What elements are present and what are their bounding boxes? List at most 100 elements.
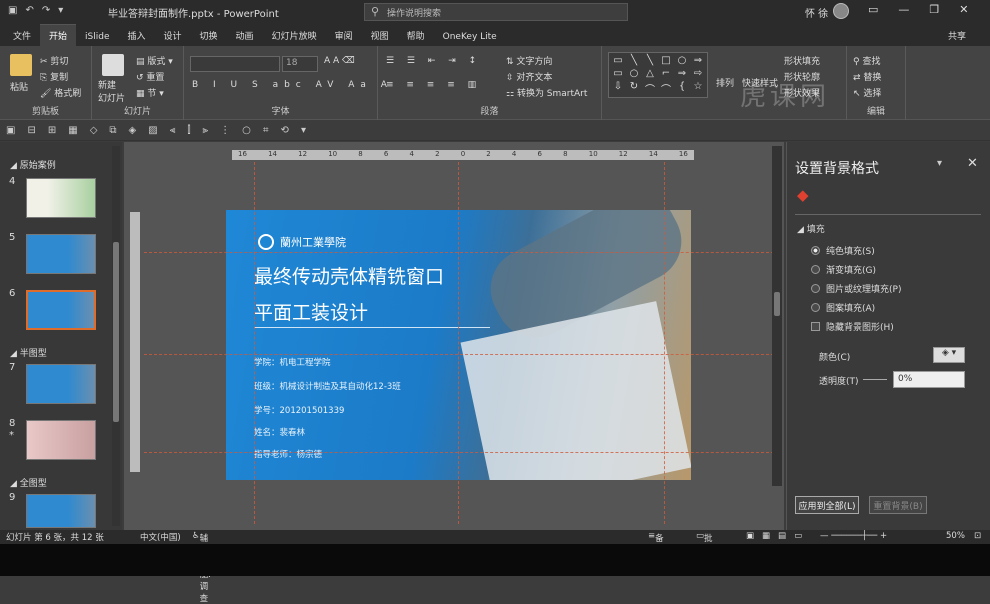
slide-thumbnail[interactable] (26, 178, 96, 218)
transparency-slider[interactable] (863, 379, 887, 380)
scrollbar-thumb[interactable] (113, 242, 119, 422)
align-left-icon[interactable]: ⫷ (170, 125, 176, 136)
fit-slide-icon[interactable]: ⊡ (974, 531, 981, 541)
checkbox[interactable] (811, 322, 820, 331)
slide-thumbnail[interactable] (26, 234, 96, 274)
radio[interactable] (811, 265, 820, 274)
cut-button[interactable]: ✂ 剪切 (40, 54, 68, 67)
guide-line[interactable] (144, 452, 774, 453)
align-buttons[interactable]: ≡ ≡ ≡ ≡ ▥ (386, 80, 481, 90)
tab-islide[interactable]: iSlide (76, 28, 118, 46)
new-slide-icon[interactable] (102, 54, 124, 76)
apply-all-button[interactable]: 应用到全部(L) (795, 496, 859, 514)
format-painter-button[interactable]: 🖌 格式刷 (40, 86, 81, 99)
gradient-fill-option[interactable]: 渐变填充(G) (811, 263, 876, 276)
slide-title-line1[interactable]: 最终传动壳体精铣窗口 (254, 262, 444, 289)
copy-button[interactable]: ⎘ 复制 (40, 70, 68, 83)
guide-line[interactable] (254, 162, 255, 524)
align-right-icon[interactable]: ⫸ (203, 125, 209, 136)
picture-fill-option[interactable]: 图片或纹理填充(P) (811, 282, 901, 295)
view-buttons[interactable]: ▣▦▤▭ (746, 531, 810, 541)
slide-thumbnail[interactable] (26, 420, 96, 460)
canvas-scrollbar[interactable] (772, 146, 782, 486)
minimize-icon[interactable]: — (898, 3, 909, 16)
find-button[interactable]: ⚲ 查找 (853, 54, 880, 67)
tab-file[interactable]: 文件 (4, 25, 40, 46)
fill-bucket-icon[interactable]: ◆ (797, 186, 809, 204)
smartart-button[interactable]: ⚏ 转换为 SmartArt (506, 86, 587, 99)
avatar[interactable] (833, 3, 849, 19)
distribute-icon[interactable]: ⋮ (220, 125, 230, 136)
font-size-adjust[interactable]: A A ⌫ (324, 56, 355, 66)
radio[interactable] (811, 284, 820, 293)
guide-line[interactable] (664, 162, 665, 524)
tab-view[interactable]: 视图 (362, 25, 398, 46)
rotate-icon[interactable]: ⟲ (281, 125, 289, 136)
tab-onekey[interactable]: OneKey Lite (434, 28, 506, 46)
zoom-slider[interactable]: — ──────┼── + (820, 531, 887, 541)
save-icon[interactable]: ▣ (8, 5, 17, 16)
info-class[interactable]: 班级：机械设计制造及其自动化12-3班 (254, 380, 401, 392)
tab-transitions[interactable]: 切换 (191, 25, 227, 46)
tab-review[interactable]: 审阅 (326, 25, 362, 46)
circle-icon[interactable]: ○ (242, 125, 251, 136)
customize-icon[interactable]: ▾ (58, 5, 63, 16)
search-input[interactable]: ⚲ 操作说明搜索 (364, 3, 628, 21)
align-center-icon[interactable]: ⫿ (187, 125, 190, 136)
tab-insert[interactable]: 插入 (119, 25, 155, 46)
shape-fill-button[interactable]: 形状填充 (784, 54, 820, 67)
tab-design[interactable]: 设计 (155, 25, 191, 46)
guide-line[interactable] (144, 252, 774, 253)
section-header[interactable]: ◢ 全图型 (10, 476, 47, 489)
pane-options-icon[interactable]: ▾ (937, 158, 942, 169)
text-direction-button[interactable]: ⇅ 文字方向 (506, 54, 552, 67)
reset-button[interactable]: ↺ 重置 (136, 70, 164, 83)
crop-icon[interactable]: ⌗ (263, 125, 269, 136)
slide-title-line2[interactable]: 平面工装设计 (254, 298, 368, 325)
thumbnail-scrollbar[interactable] (112, 146, 120, 526)
notes-button[interactable]: ≡ 备注 (648, 531, 664, 556)
group-icon[interactable]: ⧉ (109, 125, 116, 136)
restore-icon[interactable]: ❐ (929, 3, 939, 16)
tab-home[interactable]: 开始 (40, 24, 77, 46)
merge-icon[interactable]: ◈ (129, 125, 137, 136)
radio[interactable] (811, 303, 820, 312)
radio-selected[interactable] (811, 246, 820, 255)
slide-thumbnail[interactable] (26, 364, 96, 404)
solid-fill-option[interactable]: 纯色填充(S) (811, 244, 875, 257)
section-header[interactable]: ◢ 原始案例 (10, 158, 56, 171)
list-buttons[interactable]: ☰ ☰ ⇤ ⇥ ↕ (386, 56, 481, 66)
scrollbar-thumb[interactable] (774, 292, 780, 316)
redo-icon[interactable]: ↷ (42, 5, 50, 16)
guide-line[interactable] (144, 354, 774, 355)
info-college[interactable]: 学院：机电工程学院 (254, 356, 331, 368)
arrange-button[interactable]: 排列 (716, 76, 734, 89)
color-picker-button[interactable]: ◈ ▾ (933, 347, 965, 363)
reset-background-button[interactable]: 重置背景(B) (869, 496, 927, 514)
close-icon[interactable]: ✕ (967, 156, 978, 171)
section-button[interactable]: ▦ 节 ▾ (136, 86, 164, 99)
paste-button[interactable]: 粘贴 (10, 80, 28, 93)
ribbon-display-icon[interactable]: ▭ (868, 3, 878, 16)
font-name-field[interactable] (190, 56, 280, 72)
user-name[interactable]: 怀 徐 (805, 5, 828, 20)
comments-button[interactable]: ▭ 批注 (696, 531, 713, 556)
slide-thumbnail-selected[interactable] (26, 290, 96, 330)
align-text-button[interactable]: ⇳ 对齐文本 (506, 70, 552, 83)
shape-icon[interactable]: ◇ (90, 125, 98, 136)
transparency-input[interactable]: 0% (893, 371, 965, 388)
info-advisor[interactable]: 指导老师：杨宗德 (254, 448, 322, 460)
slide-thumbnail[interactable] (26, 494, 96, 528)
select-button[interactable]: ↖ 选择 (853, 86, 881, 99)
tab-animations[interactable]: 动画 (227, 25, 263, 46)
language-status[interactable]: 中文(中国) (140, 531, 181, 543)
undo-icon[interactable]: ↶ (25, 5, 33, 16)
accessibility-status[interactable]: ♿ 辅助功能: 调查 (192, 531, 211, 604)
font-format-buttons[interactable]: B I U S abc AV Aa A (192, 80, 393, 90)
more-icon[interactable]: ▾ (301, 125, 306, 136)
info-name[interactable]: 姓名：裴春林 (254, 426, 305, 438)
info-student-id[interactable]: 学号：201201501339 (254, 404, 344, 416)
grid-icon[interactable]: ⊞ (48, 125, 56, 136)
image-icon[interactable]: ▨ (148, 125, 157, 136)
shapes-gallery[interactable]: ▭ ╲ ╲ □ ○ ⇒ ▭ ○ △ ⌐ ⇒ ⇨ ⇩ ↻ ⌒ ⌒{☆ (608, 52, 708, 98)
